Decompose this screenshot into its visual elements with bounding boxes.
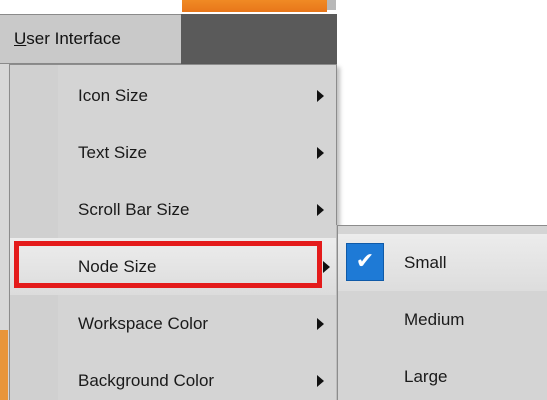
- menu-item-node-size[interactable]: Node Size: [10, 238, 336, 295]
- menu-item-text-size[interactable]: Text Size: [10, 124, 336, 181]
- submenu-item-label: Small: [404, 252, 447, 272]
- chevron-right-icon: [317, 374, 324, 387]
- chevron-right-icon: [317, 89, 324, 102]
- check-icon: ✔: [346, 243, 384, 281]
- menu-item-label: Text Size: [78, 142, 147, 162]
- menu-item-scroll-bar-size[interactable]: Scroll Bar Size: [10, 181, 336, 238]
- menu-item-icon-size[interactable]: Icon Size: [10, 67, 336, 124]
- background-left-orange: [0, 330, 8, 400]
- node-size-submenu: ✔ Small Medium Large: [337, 225, 547, 400]
- chevron-right-icon: [317, 203, 324, 216]
- user-interface-dropdown: Icon Size Text Size Scroll Bar Size Node…: [9, 64, 337, 400]
- menu-item-label: Node Size: [78, 256, 157, 276]
- chevron-right-icon: [323, 260, 330, 273]
- submenu-item-label: Medium: [404, 309, 465, 329]
- menu-item-background-color[interactable]: Background Color: [10, 352, 336, 400]
- background-gray-block: [327, 0, 336, 10]
- menu-item-label: Scroll Bar Size: [78, 199, 190, 219]
- menu-item-workspace-color[interactable]: Workspace Color: [10, 295, 336, 352]
- background-orange-tab: [182, 0, 327, 12]
- menu-title-label: ser Interface: [26, 29, 121, 48]
- menu-item-label: Workspace Color: [78, 313, 209, 333]
- chevron-right-icon: [317, 146, 324, 159]
- menu-user-interface[interactable]: User Interface: [0, 14, 181, 64]
- chevron-right-icon: [317, 317, 324, 330]
- menu-item-label: Icon Size: [78, 85, 148, 105]
- screenshot-scene: User Interface Icon Size Text Size Scrol…: [0, 0, 547, 400]
- submenu-item-small[interactable]: ✔ Small: [338, 234, 547, 291]
- menu-title-mnemonic: U: [14, 29, 27, 48]
- submenu-item-label: Large: [404, 366, 448, 386]
- submenu-item-medium[interactable]: Medium: [338, 291, 547, 348]
- menu-item-label: Background Color: [78, 370, 215, 390]
- submenu-item-large[interactable]: Large: [338, 348, 547, 400]
- menubar-dark-area: [181, 14, 337, 64]
